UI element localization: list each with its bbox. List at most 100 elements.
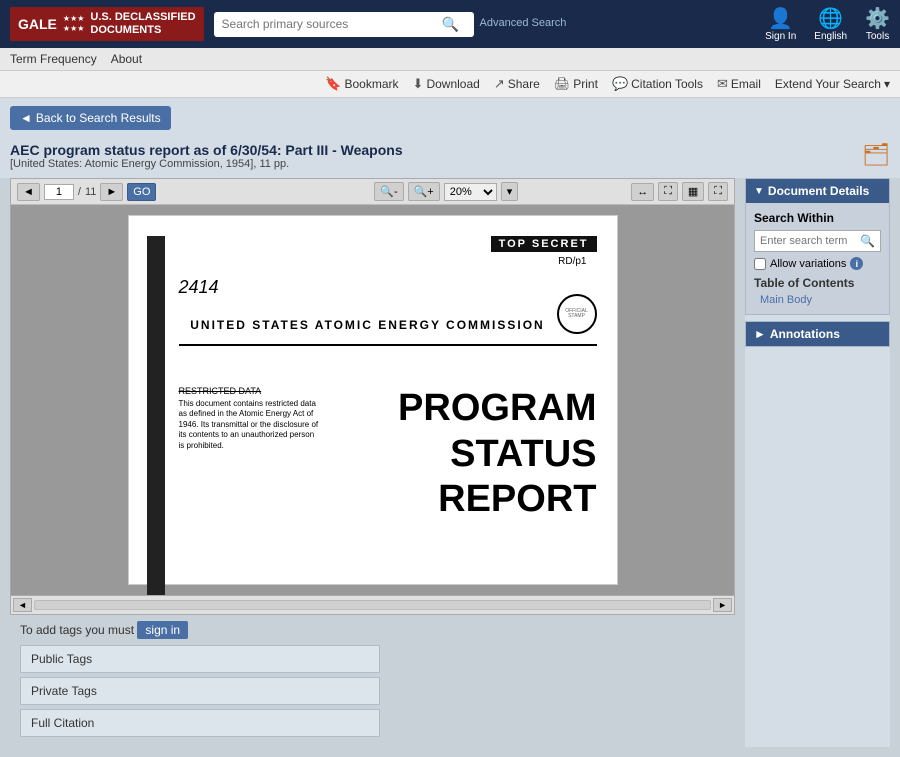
- tools-label: Tools: [866, 31, 889, 42]
- doc-citation: [United States: Atomic Energy Commission…: [10, 158, 403, 170]
- doc-title-info: AEC program status report as of 6/30/54:…: [10, 142, 403, 170]
- restricted-title: RESTRICTED DATA: [179, 386, 319, 396]
- fullscreen-btn[interactable]: ⛶: [708, 182, 728, 201]
- search-box: 🔍: [214, 12, 474, 37]
- thumbnails-btn[interactable]: ▦: [682, 182, 704, 201]
- download-btn[interactable]: ⬇ Download: [413, 76, 480, 92]
- zoom-in-btn[interactable]: 🔍+: [408, 182, 440, 201]
- annotations-header[interactable]: ► Annotations: [746, 322, 889, 346]
- next-page-btn[interactable]: ►: [100, 183, 123, 201]
- top-secret-stamp: TOP SECRET: [491, 236, 597, 252]
- extend-search-btn[interactable]: Extend Your Search ▾: [775, 77, 890, 91]
- language-label: English: [814, 31, 847, 42]
- fit-width-btn[interactable]: ↔: [631, 183, 654, 201]
- signin-link-btn[interactable]: sign in: [137, 621, 188, 639]
- main-area: ◄ / 11 ► GO 🔍- 🔍+ 20% 50% 100% ▾ ↔ ⛶ ▦: [0, 178, 900, 757]
- search-input[interactable]: [222, 17, 442, 31]
- share-icon: ↗: [494, 76, 505, 92]
- back-arrow-icon: ◄: [20, 111, 32, 125]
- search-area: 🔍 Advanced Search: [214, 12, 756, 37]
- top-nav: GALE ★★★ ★★★ U.S. DECLASSIFIEDDOCUMENTS …: [0, 0, 900, 48]
- search-within-icon: 🔍: [860, 234, 875, 248]
- language-nav-item[interactable]: 🌐 English: [814, 6, 847, 42]
- toc-main-body-link[interactable]: Main Body: [760, 294, 881, 306]
- signin-nav-item[interactable]: 👤 Sign In: [765, 6, 796, 42]
- viewer-container: ◄ / 11 ► GO 🔍- 🔍+ 20% 50% 100% ▾ ↔ ⛶ ▦: [10, 178, 735, 615]
- public-tags-section: Public Tags: [20, 645, 380, 673]
- allow-variations-checkbox[interactable]: [754, 258, 766, 270]
- zoom-out-btn[interactable]: 🔍-: [374, 182, 403, 201]
- doc-agency: UNITED STATES ATOMIC ENERGY COMMISSION: [179, 318, 557, 332]
- zoom-select[interactable]: 20% 50% 100%: [444, 183, 497, 201]
- prev-page-btn[interactable]: ◄: [17, 183, 40, 201]
- doc-left-bar: [147, 236, 165, 595]
- document-details-panel: ▼ Document Details Search Within 🔍 Allow…: [745, 178, 890, 315]
- signin-label: Sign In: [765, 31, 796, 42]
- logo-stars: ★★★ ★★★: [63, 14, 85, 33]
- restricted-section: RESTRICTED DATA This document contains r…: [179, 386, 597, 523]
- back-to-results-button[interactable]: ◄ Back to Search Results: [10, 106, 171, 130]
- citation-icon: 💬: [612, 76, 628, 92]
- gale-logo-text: GALE: [18, 16, 57, 32]
- full-citation-section: Full Citation: [20, 709, 380, 737]
- action-bar: 🔖 Bookmark ⬇ Download ↗ Share 🖨 Print 💬 …: [0, 71, 900, 98]
- allow-variations-row: Allow variations i: [754, 257, 881, 270]
- annotations-label: Annotations: [770, 327, 840, 341]
- about-link[interactable]: About: [111, 52, 142, 66]
- doc-page-area[interactable]: TOP SECRET RD/p1 2414 UNITED STATES ATOM…: [11, 205, 734, 595]
- fit-page-btn[interactable]: ⛶: [658, 182, 678, 201]
- allow-variations-label: Allow variations: [770, 258, 846, 270]
- page-separator: /: [78, 186, 81, 198]
- agency-line: [179, 344, 597, 346]
- page-number-input[interactable]: [44, 184, 74, 200]
- doc-number: 2414: [179, 277, 597, 298]
- viewer-section: ◄ / 11 ► GO 🔍- 🔍+ 20% 50% 100% ▾ ↔ ⛶ ▦: [10, 178, 735, 747]
- document-details-header[interactable]: ▼ Document Details: [746, 179, 889, 203]
- viewer-toolbar: ◄ / 11 ► GO 🔍- 🔍+ 20% 50% 100% ▾ ↔ ⛶ ▦: [11, 179, 734, 205]
- zoom-dropdown-btn[interactable]: ▾: [501, 182, 519, 201]
- private-tags-section: Private Tags: [20, 677, 380, 705]
- scroll-right-btn[interactable]: ►: [713, 598, 732, 612]
- advanced-search-link[interactable]: Advanced Search: [480, 17, 567, 30]
- secondary-nav: Term Frequency About: [0, 48, 900, 71]
- restricted-text: This document contains restricted data a…: [179, 399, 319, 451]
- h-scrollbar[interactable]: ◄ ►: [11, 595, 734, 614]
- program-title: PROGRAM STATUS REPORT: [339, 386, 597, 523]
- document-details-label: Document Details: [768, 184, 869, 198]
- doc-page: TOP SECRET RD/p1 2414 UNITED STATES ATOM…: [128, 215, 618, 585]
- tags-signin-text: To add tags you must sign in: [20, 621, 725, 639]
- email-btn[interactable]: ✉ Email: [717, 76, 761, 92]
- doc-title: AEC program status report as of 6/30/54:…: [10, 142, 403, 158]
- toc-section: Table of Contents Main Body: [754, 276, 881, 306]
- globe-icon: 🌐: [818, 6, 843, 31]
- bookmark-icon: 🔖: [325, 76, 341, 92]
- citation-tools-btn[interactable]: 💬 Citation Tools: [612, 76, 703, 92]
- search-within-input[interactable]: [760, 235, 860, 247]
- print-icon: 🖨: [554, 76, 571, 92]
- print-btn[interactable]: 🖨 Print: [554, 76, 598, 92]
- annotations-arrow-icon: ►: [754, 327, 766, 341]
- go-button[interactable]: GO: [127, 183, 156, 201]
- scrollbar-track[interactable]: [34, 600, 711, 610]
- document-details-body: Search Within 🔍 Allow variations i Table…: [746, 203, 889, 314]
- back-area: ◄ Back to Search Results: [0, 98, 900, 138]
- scroll-left-btn[interactable]: ◄: [13, 598, 32, 612]
- search-within-field[interactable]: 🔍: [754, 230, 881, 252]
- nav-icons: 👤 Sign In 🌐 English ⚙️ Tools: [765, 6, 890, 42]
- collapse-arrow-icon: ▼: [754, 186, 764, 197]
- toc-label: Table of Contents: [754, 276, 881, 290]
- logo-area[interactable]: GALE ★★★ ★★★ U.S. DECLASSIFIEDDOCUMENTS: [10, 7, 204, 41]
- tools-nav-item[interactable]: ⚙️ Tools: [865, 6, 890, 42]
- tags-area: To add tags you must sign in Public Tags…: [10, 615, 735, 747]
- page-total: 11: [85, 186, 96, 198]
- circular-stamp: OFFICIALSTAMP: [557, 294, 597, 334]
- bookmark-btn[interactable]: 🔖 Bookmark: [325, 76, 398, 92]
- share-btn[interactable]: ↗ Share: [494, 76, 540, 92]
- gear-icon: ⚙️: [865, 6, 890, 31]
- chevron-down-icon: ▾: [884, 77, 890, 91]
- info-icon[interactable]: i: [850, 257, 863, 270]
- term-frequency-link[interactable]: Term Frequency: [10, 52, 97, 66]
- search-button[interactable]: 🔍: [442, 16, 459, 33]
- doc-title-bar: AEC program status report as of 6/30/54:…: [0, 138, 900, 178]
- folder-icon[interactable]: 🗂: [862, 142, 890, 168]
